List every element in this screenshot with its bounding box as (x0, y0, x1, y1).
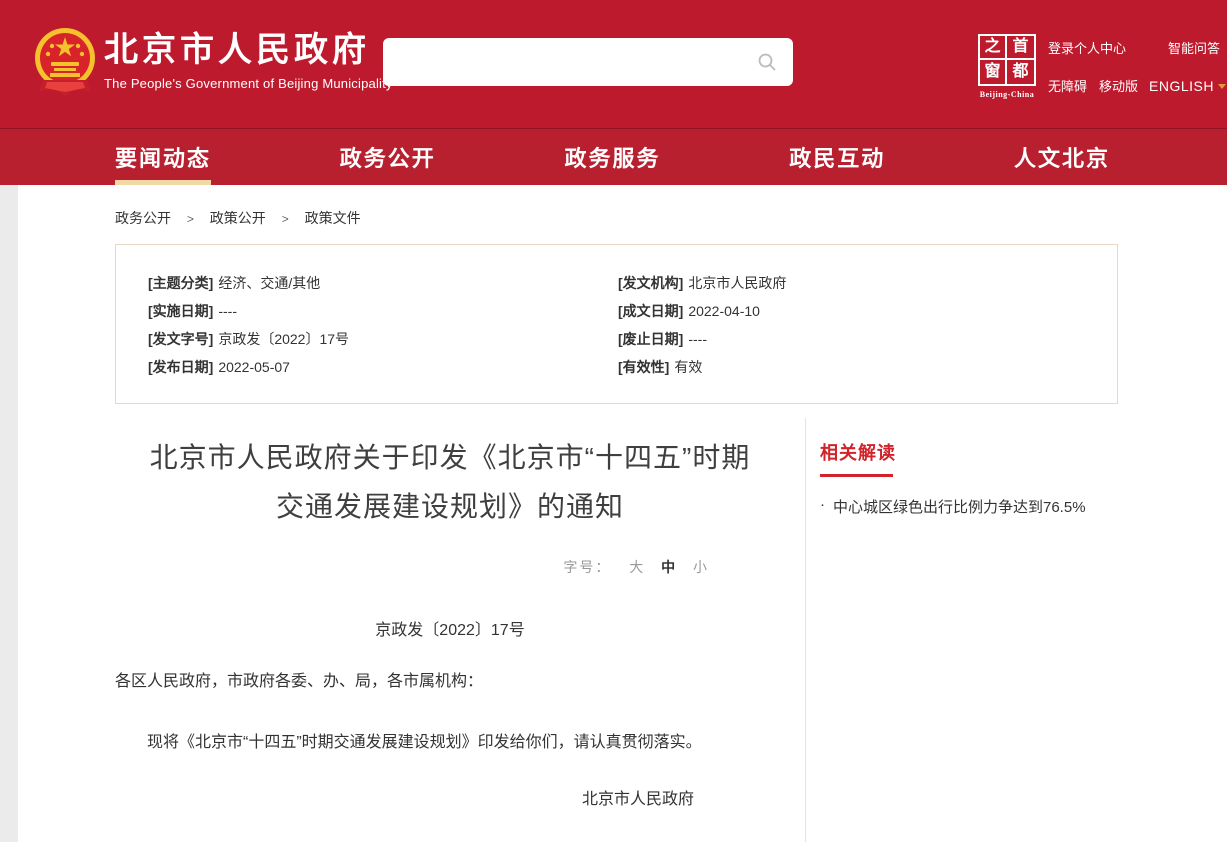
search-icon[interactable] (757, 52, 777, 72)
breadcrumb-separator: > (282, 212, 289, 226)
meta-value: ---- (688, 331, 707, 347)
page-body: 政务公开 > 政策公开 > 政策文件 [主题分类] 经济、交通/其他 [实施日期]… (0, 185, 1227, 842)
left-gutter (0, 185, 18, 842)
meta-value: ---- (218, 303, 237, 319)
site-subtitle: The People's Government of Beijing Munic… (104, 76, 393, 91)
nav-item-label: 要闻动态 (115, 141, 211, 173)
meta-value: 有效 (674, 359, 702, 375)
sidebar-heading: 相关解读 (820, 439, 1118, 465)
meta-value: 经济、交通/其他 (218, 275, 320, 291)
article: 北京市人民政府关于印发《北京市“十四五”时期 交通发展建设规划》的通知 字号： … (115, 418, 806, 842)
article-salutation: 各区人民政府，市政府各委、办、局，各市属机构： (115, 671, 785, 693)
capital-window-seal-box: 之 首 窗 都 (978, 34, 1036, 86)
breadcrumb: 政务公开 > 政策公开 > 政策文件 (115, 185, 1118, 228)
article-title-line2: 交通发展建设规划》的通知 (115, 482, 785, 531)
document-number: 京政发〔2022〕17号 (115, 616, 785, 640)
meta-row: [有效性] 有效 (618, 353, 1117, 381)
site-title: 北京市人民政府 (104, 32, 393, 69)
header-quick-links: 登录个人中心 智能问答 无障碍 移动版 ENGLISH (1048, 38, 1220, 95)
breadcrumb-separator: > (187, 212, 194, 226)
search-box (383, 38, 793, 86)
login-personal-center-link[interactable]: 登录个人中心 (1048, 38, 1126, 57)
meta-value: 京政发〔2022〕17号 (218, 331, 349, 347)
breadcrumb-item[interactable]: 政务公开 (115, 210, 171, 226)
signature-organization: 北京市人民政府 (115, 785, 785, 809)
nav-item-public-interaction[interactable]: 政民互动 (789, 129, 885, 185)
breadcrumb-item[interactable]: 政策文件 (305, 210, 361, 226)
meta-label: [发布日期] (148, 359, 213, 375)
main-nav: 要闻动态 政务公开 政务服务 政民互动 人文北京 (0, 128, 1227, 185)
mobile-version-link[interactable]: 移动版 (1099, 76, 1138, 95)
accessibility-link[interactable]: 无障碍 (1048, 76, 1087, 95)
meta-row: [发布日期] 2022-05-07 (148, 353, 618, 381)
seal-char: 窗 (980, 60, 1007, 84)
seal-char: 都 (1007, 60, 1034, 84)
meta-label: [发文机构] (618, 275, 683, 291)
search-input[interactable] (383, 38, 757, 86)
meta-column-right: [发文机构] 北京市人民政府 [成文日期] 2022-04-10 [废止日期] ---… (618, 269, 1117, 381)
national-emblem-logo (33, 24, 97, 100)
meta-label: [废止日期] (618, 331, 683, 347)
nav-item-label: 政务服务 (564, 141, 660, 173)
related-reading-link[interactable]: · 中心城区绿色出行比例力争达到76.5% (820, 496, 1118, 517)
seal-char: 之 (980, 36, 1007, 60)
seal-caption: Beijing-China (978, 90, 1036, 99)
meta-label: [有效性] (618, 359, 669, 375)
english-language-link[interactable]: ENGLISH (1149, 78, 1226, 94)
site-brand: 北京市人民政府 The People's Government of Beiji… (104, 32, 393, 91)
font-size-selector: 字号： 大 中 小 (115, 557, 785, 577)
meta-row: [实施日期] ---- (148, 297, 618, 325)
meta-row: [主题分类] 经济、交通/其他 (148, 269, 618, 297)
seal-char: 首 (1007, 36, 1034, 60)
smart-qa-link[interactable]: 智能问答 (1168, 38, 1220, 57)
nav-item-label: 政民互动 (789, 141, 885, 173)
font-size-medium-button[interactable]: 中 (661, 559, 675, 575)
related-reading-sidebar: 相关解读 · 中心城区绿色出行比例力争达到76.5% (806, 418, 1118, 842)
meta-row: [发文机构] 北京市人民政府 (618, 269, 1117, 297)
meta-row: [发文字号] 京政发〔2022〕17号 (148, 325, 618, 353)
meta-label: [实施日期] (148, 303, 213, 319)
meta-row: [成文日期] 2022-04-10 (618, 297, 1117, 325)
article-title: 北京市人民政府关于印发《北京市“十四五”时期 交通发展建设规划》的通知 (115, 433, 785, 531)
meta-label: [成文日期] (618, 303, 683, 319)
nav-item-culture-beijing[interactable]: 人文北京 (1014, 129, 1110, 185)
font-size-small-button[interactable]: 小 (693, 559, 707, 575)
font-size-label: 字号： (563, 559, 611, 575)
meta-value: 2022-04-10 (688, 303, 760, 319)
article-paragraph: 现将《北京市“十四五”时期交通发展建设规划》印发给你们，请认真贯彻落实。 (115, 732, 785, 754)
site-header: 北京市人民政府 The People's Government of Beiji… (0, 0, 1227, 128)
article-title-line1: 北京市人民政府关于印发《北京市“十四五”时期 (115, 433, 785, 482)
meta-column-left: [主题分类] 经济、交通/其他 [实施日期] ---- [发文字号] 京政发〔2022… (148, 269, 618, 381)
bullet-icon: · (820, 496, 825, 517)
meta-label: [主题分类] (148, 275, 213, 291)
breadcrumb-item[interactable]: 政策公开 (210, 210, 266, 226)
meta-value: 北京市人民政府 (688, 275, 786, 291)
caret-down-icon (1218, 84, 1226, 89)
nav-item-label: 政务公开 (340, 141, 436, 173)
meta-value: 2022-05-07 (218, 359, 290, 375)
meta-row: [废止日期] ---- (618, 325, 1117, 353)
english-label: ENGLISH (1149, 78, 1214, 94)
document-meta-box: [主题分类] 经济、交通/其他 [实施日期] ---- [发文字号] 京政发〔2022… (115, 244, 1118, 404)
nav-item-gov-affairs-open[interactable]: 政务公开 (340, 129, 436, 185)
capital-window-seal[interactable]: 之 首 窗 都 Beijing-China (978, 34, 1036, 99)
nav-item-label: 人文北京 (1014, 141, 1110, 173)
nav-item-news[interactable]: 要闻动态 (115, 129, 211, 185)
related-reading-text: 中心城区绿色出行比例力争达到76.5% (833, 496, 1086, 517)
font-size-large-button[interactable]: 大 (629, 559, 643, 575)
sidebar-heading-underline (820, 474, 893, 477)
nav-item-gov-services[interactable]: 政务服务 (564, 129, 660, 185)
meta-label: [发文字号] (148, 331, 213, 347)
